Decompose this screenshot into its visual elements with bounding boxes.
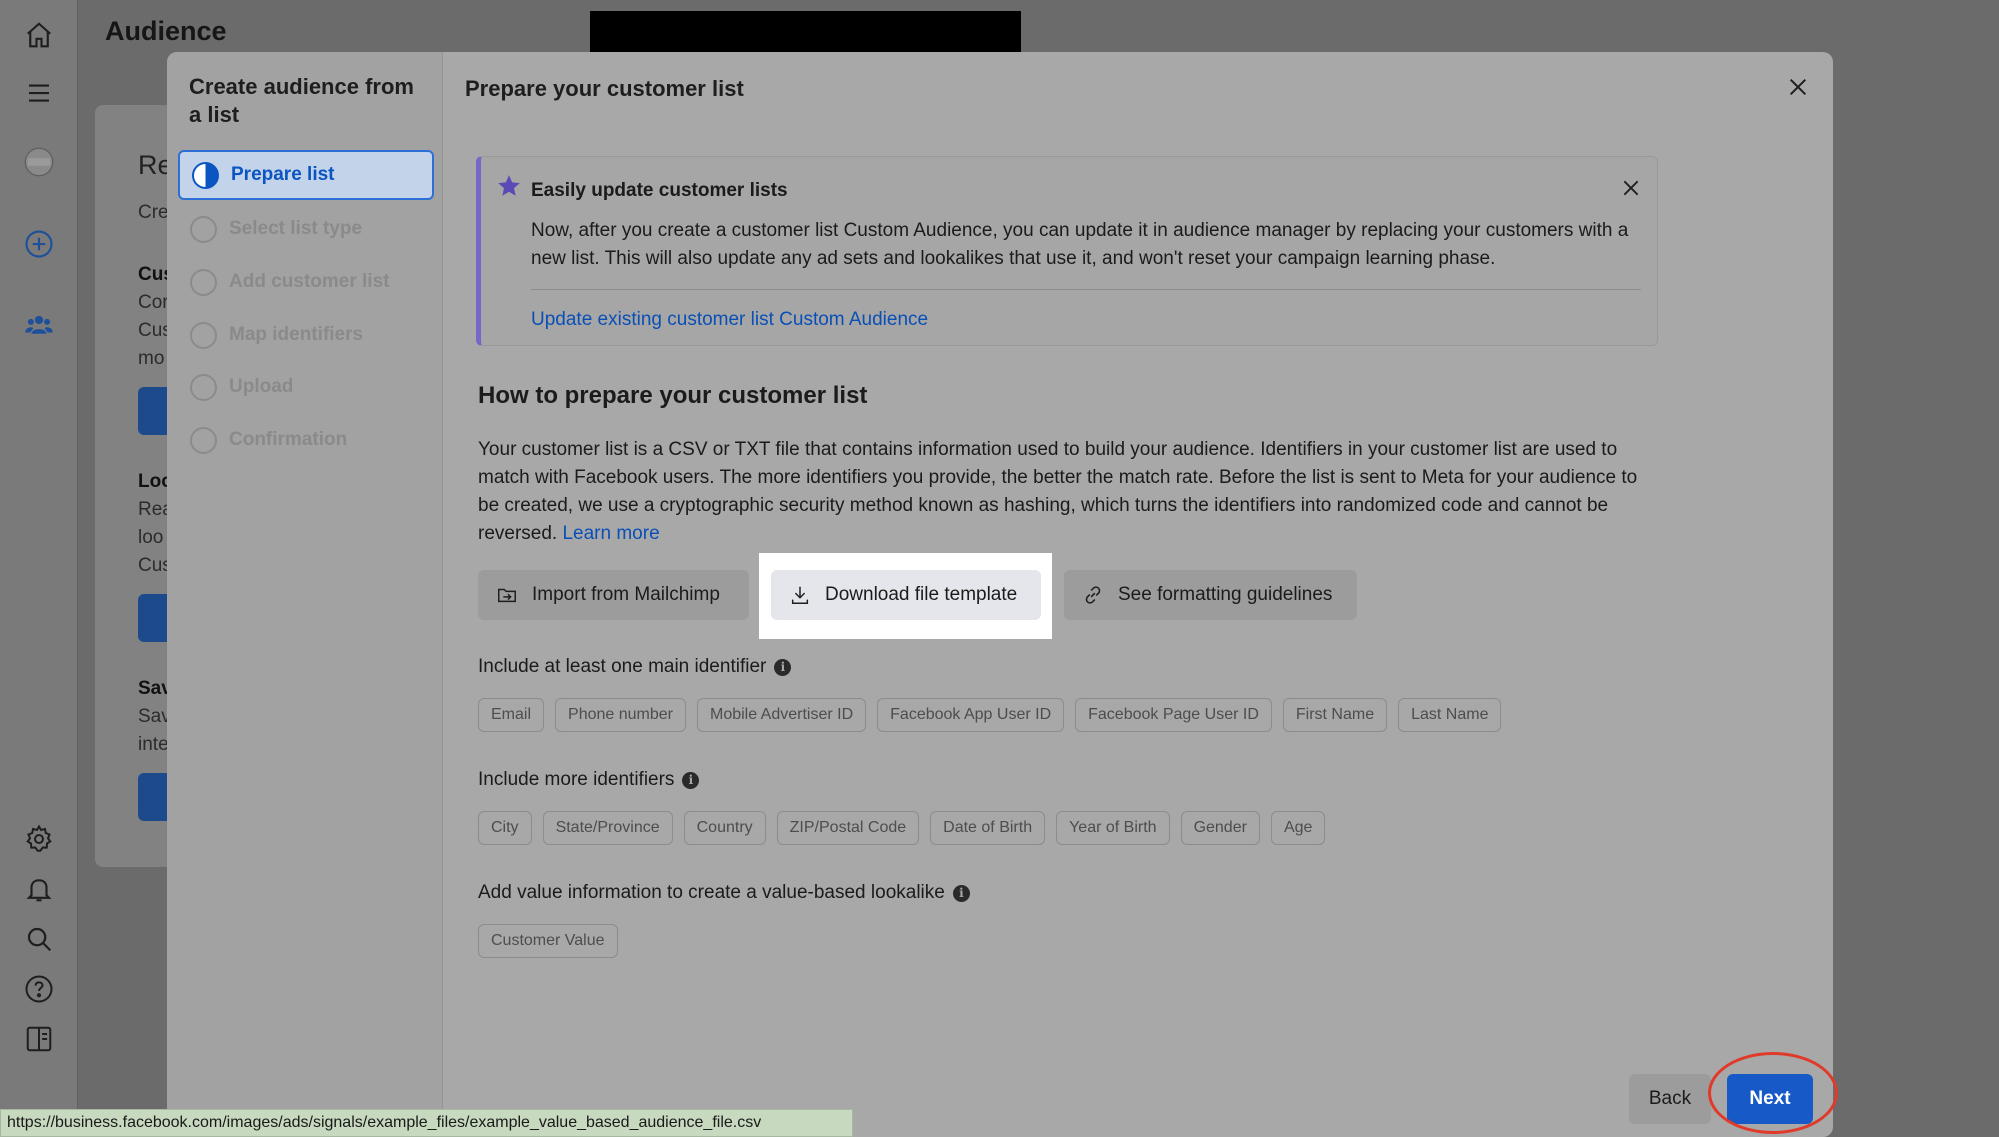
- step-empty-icon: [190, 268, 217, 296]
- bg-section-line: Sav: [138, 706, 171, 727]
- search-icon[interactable]: [20, 920, 58, 958]
- star-icon: [496, 173, 522, 204]
- identifier-chip: Email: [478, 698, 545, 732]
- steps-title: Create audience from a list: [189, 74, 414, 127]
- folder-icon: [498, 588, 516, 603]
- step-upload[interactable]: Upload: [178, 362, 434, 412]
- step-label: Confirmation: [229, 429, 348, 450]
- step-label: Upload: [229, 376, 294, 397]
- notice-title: Easily update customer lists: [531, 180, 788, 201]
- identifier-chip: Year of Birth: [1056, 811, 1170, 845]
- value-identifier-chips: Customer Value: [478, 924, 629, 958]
- main-identifiers-label: Include at least one main identifier i: [478, 656, 792, 678]
- bg-section-line: loo: [138, 527, 164, 548]
- identifier-chip: Date of Birth: [930, 811, 1046, 845]
- step-empty-icon: [190, 373, 217, 401]
- status-bar-url: https://business.facebook.com/images/ads…: [0, 1109, 853, 1137]
- button-label: Download file template: [825, 584, 1018, 605]
- identifier-chip: Phone number: [555, 698, 686, 732]
- bg-section-line: Cor: [138, 292, 169, 313]
- formatting-guidelines-button[interactable]: See formatting guidelines: [1064, 570, 1357, 620]
- step-select-list-type[interactable]: Select list type: [178, 204, 434, 254]
- label-text: Include more identifiers: [478, 769, 675, 790]
- identifier-chip: ZIP/Postal Code: [776, 811, 920, 845]
- info-icon[interactable]: i: [774, 658, 792, 676]
- modal-title: Prepare your customer list: [465, 76, 744, 101]
- home-icon[interactable]: [20, 16, 58, 54]
- value-info-label: Add value information to create a value-…: [478, 882, 970, 904]
- modal-main: Prepare your customer list Easily update…: [443, 52, 1833, 1137]
- identifier-chip: City: [478, 811, 532, 845]
- more-identifiers-label: Include more identifiers i: [478, 769, 700, 791]
- left-nav-rail: [0, 0, 78, 1137]
- howto-heading: How to prepare your customer list: [478, 382, 868, 409]
- step-label: Prepare list: [231, 164, 335, 185]
- step-label: Add customer list: [229, 271, 390, 292]
- step-add-customer-list[interactable]: Add customer list: [178, 257, 434, 307]
- back-button[interactable]: Back: [1629, 1074, 1711, 1124]
- step-label: Select list type: [229, 218, 363, 239]
- info-icon[interactable]: i: [682, 771, 700, 789]
- bg-card-sub: Cre: [138, 202, 169, 223]
- step-confirmation[interactable]: Confirmation: [178, 415, 434, 465]
- step-empty-icon: [190, 321, 217, 349]
- identifier-chip: Age: [1270, 811, 1326, 845]
- identifier-chip: First Name: [1282, 698, 1388, 732]
- update-lists-notice: Easily update customer lists Now, after …: [476, 156, 1658, 346]
- identifier-chip: Last Name: [1398, 698, 1502, 732]
- learn-more-link[interactable]: Learn more: [562, 523, 659, 544]
- settings-icon[interactable]: [20, 820, 58, 858]
- step-prepare-list[interactable]: Prepare list: [178, 150, 434, 200]
- info-icon[interactable]: i: [952, 884, 970, 902]
- steps-sidebar: Create audience from a list Prepare list…: [167, 52, 443, 1137]
- button-label: Import from Mailchimp: [532, 584, 720, 605]
- next-highlight-ring: [1708, 1052, 1838, 1134]
- page-title: Audience: [105, 16, 227, 46]
- main-identifier-chips: Email Phone number Mobile Advertiser ID …: [478, 698, 1512, 732]
- identifier-chip: State/Province: [542, 811, 673, 845]
- audiences-icon[interactable]: [20, 306, 58, 344]
- identifier-chip: Country: [683, 811, 766, 845]
- update-audience-link[interactable]: Update existing customer list Custom Aud…: [531, 309, 928, 331]
- howto-description: Your customer list is a CSV or TXT file …: [478, 436, 1658, 548]
- button-label: See formatting guidelines: [1118, 584, 1333, 605]
- bg-section-line: mo: [138, 348, 165, 369]
- step-map-identifiers[interactable]: Map identifiers: [178, 310, 434, 360]
- download-icon: [791, 586, 809, 604]
- step-empty-icon: [190, 426, 217, 454]
- panel-icon[interactable]: [20, 1020, 58, 1058]
- identifier-chip: Customer Value: [478, 924, 618, 958]
- help-icon[interactable]: [20, 970, 58, 1008]
- divider: [531, 289, 1641, 290]
- identifier-chip: Mobile Advertiser ID: [696, 698, 867, 732]
- step-label: Map identifiers: [229, 324, 364, 345]
- identifier-chip: Gender: [1180, 811, 1260, 845]
- identifier-chip: Facebook Page User ID: [1075, 698, 1272, 732]
- add-icon[interactable]: [20, 225, 58, 263]
- create-audience-modal: Create audience from a list Prepare list…: [167, 52, 1833, 1137]
- identifier-chip: Facebook App User ID: [877, 698, 1065, 732]
- notice-body: Now, after you create a customer list Cu…: [531, 220, 1629, 269]
- import-mailchimp-button[interactable]: Import from Mailchimp: [478, 570, 749, 620]
- notice-close-icon[interactable]: [1616, 173, 1646, 203]
- avatar[interactable]: [20, 143, 58, 181]
- label-text: Add value information to create a value-…: [478, 882, 945, 903]
- more-identifier-chips: City State/Province Country ZIP/Postal C…: [478, 811, 1336, 845]
- step-progress-icon: [192, 161, 219, 189]
- close-icon[interactable]: [1781, 70, 1815, 104]
- step-empty-icon: [190, 215, 217, 243]
- download-template-button[interactable]: Download file template: [771, 570, 1041, 620]
- bell-icon[interactable]: [20, 870, 58, 908]
- bg-section-line: inte: [138, 734, 169, 755]
- label-text: Include at least one main identifier: [478, 656, 767, 677]
- menu-icon[interactable]: [20, 74, 58, 112]
- link-icon: [1085, 586, 1101, 604]
